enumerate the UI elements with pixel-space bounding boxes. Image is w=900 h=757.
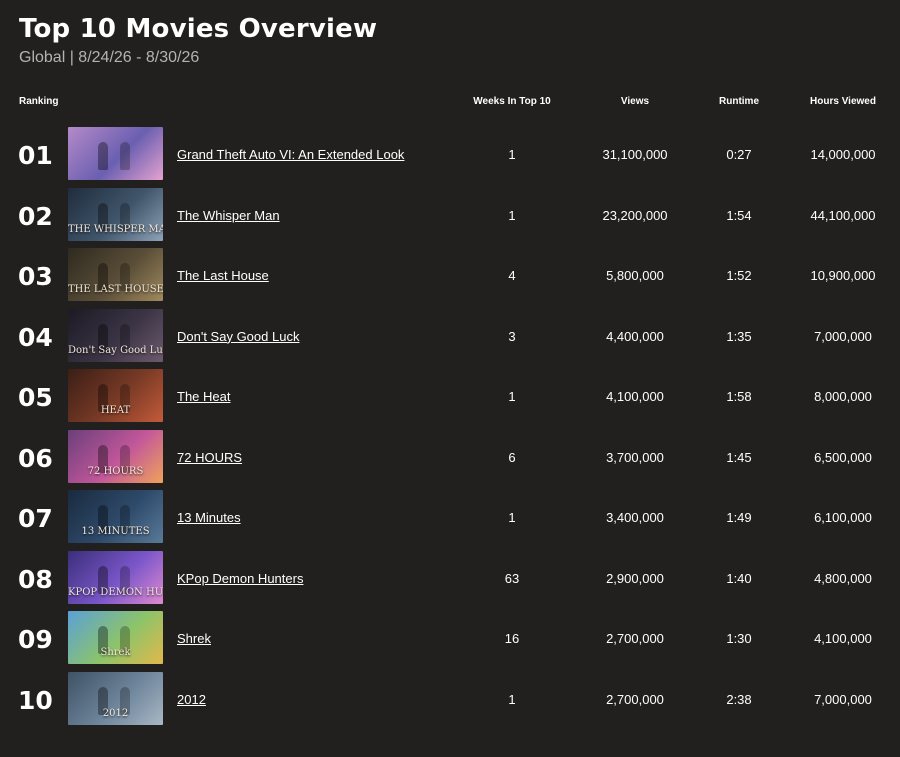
table-row: 04 Don't Say Good Luck Don't Say Good Luck…	[0, 308, 900, 369]
runtime-value: 1:40	[726, 570, 752, 586]
views-value: 2,700,000	[606, 691, 664, 707]
hours-viewed-value: 14,000,000	[810, 147, 876, 162]
weeks-in-top10-value: 6	[508, 449, 516, 465]
rank-number: 07	[18, 504, 53, 533]
table-row: 08 KPOP DEMON HUNTERS KPop Demon Hunters 63…	[0, 550, 900, 611]
weeks-in-top10-value: 1	[508, 691, 516, 707]
table-row: 02 THE WHISPER MAN The Whisper Man 1 23,200,…	[0, 187, 900, 248]
views-value: 23,200,000	[602, 207, 668, 223]
views-value: 31,100,000	[602, 147, 668, 162]
runtime-value: 1:52	[726, 268, 752, 283]
movie-thumbnail[interactable]: HEAT	[68, 369, 163, 422]
hours-viewed-value: 7,000,000	[814, 328, 872, 344]
rank-number: 04	[18, 322, 53, 352]
page-subtitle: Global | 8/24/26 - 8/30/26	[19, 49, 200, 66]
poster-figure	[98, 142, 108, 170]
weeks-in-top10-value: 3	[508, 328, 516, 344]
movie-thumbnail[interactable]: Don't Say Good Luck	[68, 308, 163, 362]
views-value: 3,700,000	[606, 449, 664, 465]
poster-caption: THE LAST HOUSE	[68, 284, 163, 295]
movie-title-link[interactable]: The Whisper Man	[177, 208, 280, 223]
movie-thumbnail[interactable]: THE LAST HOUSE	[68, 248, 163, 301]
poster-caption: 2012	[102, 707, 129, 719]
column-header-weeks: Weeks In Top 10	[473, 96, 551, 107]
runtime-value: 1:35	[726, 328, 752, 344]
movie-thumbnail[interactable]	[68, 127, 163, 180]
movie-thumbnail[interactable]: 13 MINUTES	[68, 490, 163, 543]
hours-viewed-value: 6,100,000	[814, 510, 872, 525]
table-row: 07 13 MINUTES 13 Minutes 1 3,400,000 1:49 6,10…	[0, 490, 900, 550]
weeks-in-top10-value: 1	[508, 147, 516, 162]
movie-title-link[interactable]: Don't Say Good Luck	[177, 329, 299, 344]
views-value: 2,700,000	[606, 631, 664, 646]
weeks-in-top10-value: 63	[504, 570, 520, 586]
weeks-in-top10-value: 16	[504, 631, 520, 646]
movie-thumbnail[interactable]: THE WHISPER MAN	[68, 187, 163, 241]
column-header-hours-viewed: Hours Viewed	[810, 96, 876, 107]
movie-thumbnail[interactable]: 2012	[68, 671, 163, 725]
poster-caption: Shrek	[100, 647, 131, 658]
hours-viewed-value: 4,800,000	[814, 570, 872, 586]
views-value: 4,100,000	[606, 389, 664, 404]
rank-number: 02	[18, 201, 53, 231]
views-value: 2,900,000	[606, 570, 664, 586]
runtime-value: 1:58	[726, 389, 752, 404]
top10-page: Top 10 Movies Overview Global | 8/24/26 …	[0, 0, 900, 757]
hours-viewed-value: 44,100,000	[810, 207, 876, 223]
movie-title-link[interactable]: 13 Minutes	[177, 510, 241, 525]
weeks-in-top10-value: 1	[508, 207, 516, 223]
movie-title-link[interactable]: Grand Theft Auto VI: An Extended Look	[177, 147, 404, 162]
views-value: 5,800,000	[606, 268, 664, 283]
movie-title-link[interactable]: 2012	[177, 692, 206, 707]
weeks-in-top10-value: 4	[508, 268, 516, 283]
movie-title-link[interactable]: The Last House	[177, 268, 269, 283]
rank-number: 05	[18, 383, 53, 412]
views-value: 3,400,000	[606, 510, 664, 525]
movie-title-link[interactable]: The Heat	[177, 389, 230, 404]
views-value: 4,400,000	[606, 328, 664, 344]
rank-number: 06	[18, 443, 53, 473]
table-row: 03 THE LAST HOUSE The Last House 4 5,800,000…	[0, 248, 900, 308]
movie-thumbnail[interactable]: 72 HOURS	[68, 429, 163, 483]
rank-number: 01	[18, 141, 53, 170]
rank-number: 10	[18, 685, 53, 715]
runtime-value: 0:27	[726, 147, 752, 162]
poster-caption: KPOP DEMON HUNTERS	[68, 586, 163, 598]
poster-caption: Don't Say Good Luck	[68, 344, 163, 356]
column-header-views: Views	[620, 96, 650, 107]
weeks-in-top10-value: 1	[508, 510, 516, 525]
runtime-value: 1:54	[726, 207, 752, 223]
runtime-value: 2:38	[726, 691, 752, 707]
table-row: 10 2012 2012 1 2,700,000 2:38 7,000,000	[0, 671, 900, 732]
movie-title-link[interactable]: Shrek	[177, 631, 211, 646]
page-title: Top 10 Movies Overview	[19, 14, 378, 44]
hours-viewed-value: 10,900,000	[810, 268, 876, 283]
runtime-value: 1:49	[726, 510, 752, 525]
table-row: 05 HEAT The Heat 1 4,100,000 1:58 8,000,000	[0, 369, 900, 429]
table-row: 09 Shrek Shrek 16 2,700,000 1:30 4,100,000	[0, 611, 900, 671]
column-header-ranking: Ranking	[19, 96, 59, 107]
hours-viewed-value: 8,000,000	[814, 389, 872, 404]
rank-number: 08	[18, 564, 53, 594]
table-row: 06 72 HOURS 72 HOURS 6 3,700,000 1:45 6,500,00…	[0, 429, 900, 490]
rank-number: 03	[18, 262, 53, 291]
hours-viewed-value: 6,500,000	[814, 449, 872, 465]
column-header-runtime: Runtime	[719, 96, 759, 107]
poster-caption: 13 MINUTES	[81, 526, 150, 537]
runtime-value: 1:45	[726, 449, 752, 465]
runtime-value: 1:30	[726, 631, 752, 646]
table-row: 01 Grand Theft Auto VI: An Extended Look 1…	[0, 127, 900, 187]
movie-title-link[interactable]: KPop Demon Hunters	[177, 571, 303, 586]
poster-caption: 72 HOURS	[87, 465, 144, 477]
weeks-in-top10-value: 1	[508, 389, 516, 404]
movie-thumbnail[interactable]: KPOP DEMON HUNTERS	[68, 550, 163, 604]
poster-caption: HEAT	[100, 405, 131, 416]
hours-viewed-value: 7,000,000	[814, 691, 872, 707]
rank-number: 09	[18, 625, 53, 654]
poster-figure	[120, 142, 130, 170]
poster-caption: THE WHISPER MAN	[68, 223, 163, 235]
movie-title-link[interactable]: 72 HOURS	[177, 450, 242, 465]
movie-thumbnail[interactable]: Shrek	[68, 611, 163, 664]
hours-viewed-value: 4,100,000	[814, 631, 872, 646]
